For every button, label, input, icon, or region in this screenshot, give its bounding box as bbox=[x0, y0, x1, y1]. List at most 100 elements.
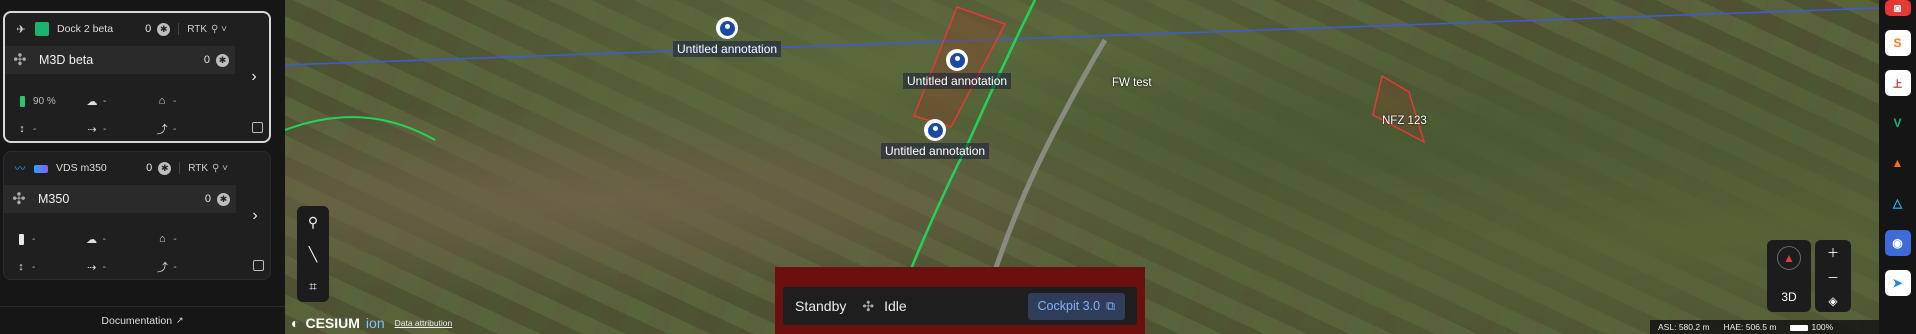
cloud-icon: ☁ bbox=[86, 233, 98, 246]
battery-icon bbox=[19, 95, 25, 107]
annotation-marker[interactable]: Untitled annotation bbox=[881, 119, 990, 159]
fan-icon: ✱ bbox=[217, 192, 230, 206]
drawing-toolbar: ⚲ ╲ ⌗ bbox=[297, 206, 329, 302]
brand-logo-icon: 〰 bbox=[14, 163, 26, 175]
zoom-value: 100% bbox=[1811, 322, 1834, 332]
green-v-app-icon[interactable]: V bbox=[1884, 110, 1911, 136]
drone-row: ✣ M3D beta 0 ✱ bbox=[5, 46, 235, 74]
altitude-icon: ↕ bbox=[19, 123, 25, 135]
status-bar: Standby ✣ Idle Cockpit 3.0 ⧉ bbox=[783, 287, 1137, 325]
road-line bbox=[285, 116, 436, 141]
crop-tool-icon[interactable]: ⌗ bbox=[309, 278, 317, 295]
cockpit-button[interactable]: Cockpit 3.0 ⧉ bbox=[1027, 292, 1125, 320]
area-label: NFZ 123 bbox=[1382, 115, 1427, 127]
hspeed-stat: ⤴ - bbox=[155, 259, 226, 275]
pin-tool-icon[interactable]: ⚲ bbox=[308, 214, 318, 231]
hspeed-icon: ⤴ bbox=[156, 124, 168, 136]
drone-count: 0 bbox=[204, 193, 211, 205]
white-send-app-icon[interactable]: ➤ bbox=[1884, 270, 1911, 296]
red-app-icon[interactable]: ◙ bbox=[1884, 0, 1911, 16]
device-card-vds[interactable]: 〰 VDS m350 0 ✱ RTK ⚲ ˅ ✣ M350 0 ✱ - ☁ - ⌂… bbox=[3, 151, 271, 280]
orange-triangle-app-icon[interactable]: ▲ bbox=[1884, 150, 1911, 176]
dock-count: 0 bbox=[146, 162, 153, 174]
battery-stat: - bbox=[14, 233, 85, 245]
data-attribution-link[interactable]: Data attribution bbox=[395, 318, 453, 328]
status-state: Idle bbox=[884, 298, 907, 314]
dji-logo-icon: ✈ bbox=[16, 23, 26, 36]
speed-icon: ⇢ bbox=[87, 261, 97, 274]
fan-icon: ✱ bbox=[157, 22, 171, 36]
route-line bbox=[285, 7, 1879, 66]
blue-map-app-icon[interactable]: ◉ bbox=[1884, 230, 1911, 256]
zoom-bar-icon bbox=[1790, 324, 1809, 331]
drone-icon: ✣ bbox=[12, 191, 26, 208]
orange-s-app-icon[interactable]: S bbox=[1884, 30, 1911, 56]
fan-icon: ✱ bbox=[216, 53, 229, 67]
cesium-branding: ◐ CESIUM ion Data attribution bbox=[291, 315, 453, 331]
dock-icon bbox=[34, 165, 48, 173]
device-card-dock2[interactable]: ✈ Dock 2 beta 0 ✱ RTK ⚲ ˅ ✣ M3D beta 0 ✱… bbox=[3, 11, 271, 143]
status-mode: Standby bbox=[795, 298, 847, 314]
map-navigation: ▲ 3D ＋ － ◈ bbox=[1767, 240, 1851, 312]
external-link-icon[interactable] bbox=[252, 122, 263, 133]
home-stat: ⌂ - bbox=[155, 95, 225, 107]
annotation-marker[interactable]: Untitled annotation bbox=[673, 17, 782, 57]
map-pin-icon bbox=[946, 49, 969, 71]
drone-icon: ✣ bbox=[862, 297, 875, 314]
zoom-in-icon[interactable]: ＋ bbox=[1827, 244, 1839, 261]
rtk-label: RTK bbox=[188, 162, 209, 174]
home-icon: ⌂ bbox=[159, 233, 166, 245]
altitude-icon: ↕ bbox=[18, 261, 24, 273]
line-tool-icon[interactable]: ╲ bbox=[309, 246, 317, 263]
app-rail: ◙ S 上 V ▲ △ ◉ ➤ bbox=[1879, 0, 1916, 334]
speed-stat: ⇢ - bbox=[85, 261, 156, 274]
compass-icon[interactable]: ▲ bbox=[1777, 246, 1801, 270]
altitude-stat: ↕ - bbox=[15, 123, 85, 135]
annotation-marker[interactable]: Untitled annotation bbox=[903, 49, 1012, 89]
map-pin-icon bbox=[924, 119, 947, 141]
dock-count: 0 bbox=[145, 23, 152, 35]
blue-triangle-app-icon[interactable]: △ bbox=[1884, 190, 1911, 216]
drone-count: 0 bbox=[203, 54, 210, 66]
map-view[interactable]: Untitled annotation Untitled annotation … bbox=[285, 0, 1879, 334]
drone-name: M3D beta bbox=[39, 53, 94, 67]
stats-row-2: ↕ - ⇢ - ⤴ - bbox=[5, 119, 235, 139]
drone-row: ✣ M350 0 ✱ bbox=[4, 185, 236, 213]
external-link-icon[interactable] bbox=[253, 260, 264, 271]
zoom-out-icon[interactable]: － bbox=[1827, 269, 1839, 286]
stats-row-2: ↕ - ⇢ - ⤴ - bbox=[4, 257, 236, 277]
weather-stat: ☁ - bbox=[86, 233, 107, 246]
fan-icon: ✱ bbox=[158, 161, 172, 175]
layers-icon[interactable]: ◈ bbox=[1828, 294, 1837, 308]
satellite-icon: ⚲ ˅ bbox=[211, 23, 227, 35]
rtk-label: RTK bbox=[187, 23, 208, 35]
cesium-logo-icon: ◐ bbox=[291, 315, 300, 331]
satellite-icon: ⚲ ˅ bbox=[212, 162, 228, 174]
external-link-icon: ↗ bbox=[176, 315, 184, 325]
view-mode-toggle[interactable]: 3D bbox=[1767, 290, 1811, 304]
drone-icon: ✣ bbox=[13, 52, 27, 69]
dock-name: Dock 2 beta bbox=[57, 23, 114, 35]
stats-row-1: - ☁ - ⌂ - bbox=[4, 229, 236, 249]
dock-name: VDS m350 bbox=[56, 162, 107, 174]
speed-icon: ⇢ bbox=[87, 123, 97, 136]
dock-icon bbox=[35, 22, 49, 36]
hspeed-stat: ⤴ - bbox=[155, 121, 225, 137]
cloud-icon: ☁ bbox=[86, 95, 98, 108]
home-stat: ⌂ - bbox=[155, 233, 226, 245]
battery-stat: 90 % bbox=[15, 95, 85, 107]
area-label: FW test bbox=[1112, 77, 1152, 89]
nfz-area[interactable] bbox=[1372, 74, 1426, 144]
documentation-link[interactable]: Documentation ↗ bbox=[0, 306, 285, 334]
dock-header: ✈ Dock 2 beta 0 ✱ RTK ⚲ ˅ bbox=[5, 18, 235, 40]
battery-icon bbox=[18, 233, 24, 245]
stats-row-1: 90 % ☁ - ⌂ - bbox=[5, 91, 235, 111]
home-icon: ⌂ bbox=[158, 95, 166, 107]
red-text-app-icon[interactable]: 上 bbox=[1884, 70, 1911, 96]
drone-name: M350 bbox=[38, 192, 70, 206]
asl-value: 580.2 m bbox=[1678, 322, 1710, 332]
altitude-stat: ↕ - bbox=[14, 261, 85, 273]
device-sidebar: ✈ Dock 2 beta 0 ✱ RTK ⚲ ˅ ✣ M3D beta 0 ✱… bbox=[0, 0, 285, 334]
dock-header: 〰 VDS m350 0 ✱ RTK ⚲ ˅ bbox=[4, 157, 236, 179]
hae-value: 506.5 m bbox=[1745, 322, 1777, 332]
